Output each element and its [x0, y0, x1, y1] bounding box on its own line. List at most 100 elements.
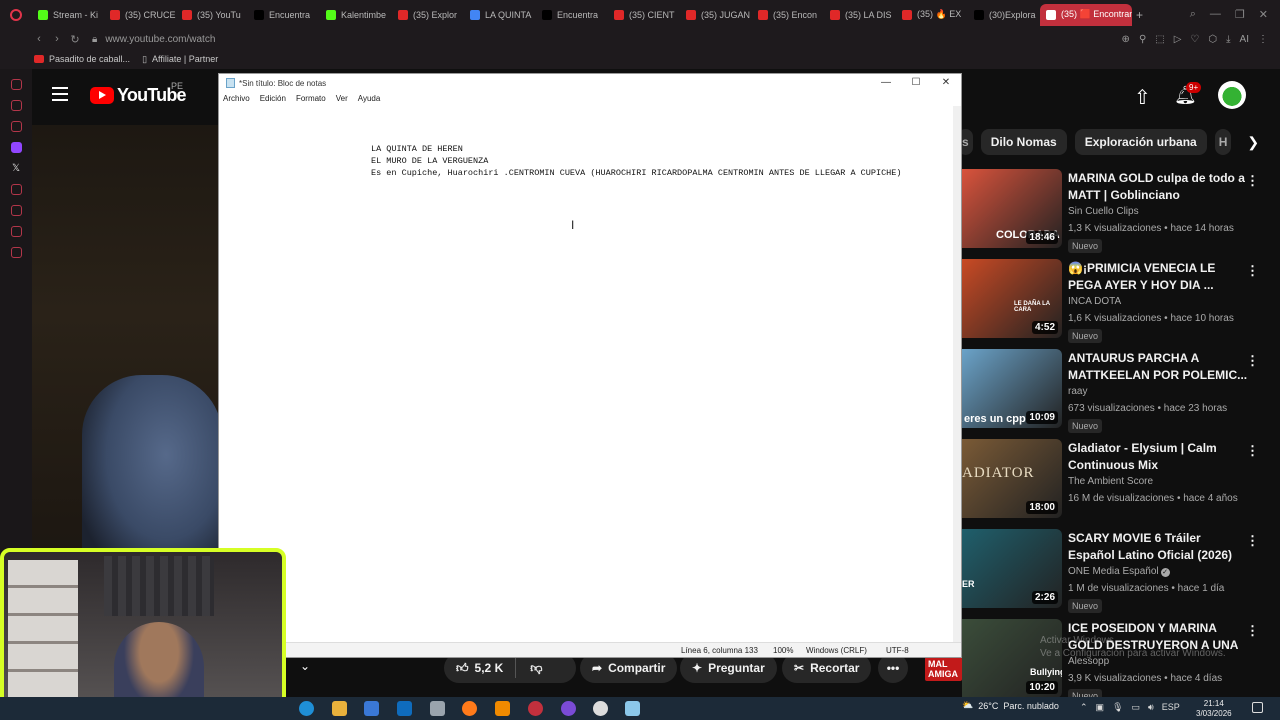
browser-tab[interactable]: Stream - Ki [32, 4, 104, 26]
notepad-text-area[interactable]: LA QUINTA DE HEREN EL MURO DE LA VERGUEN… [219, 106, 961, 642]
recommendation-item[interactable]: eres un cpp 10:09 ANTAURUS PARCHA A MATT… [962, 349, 1280, 439]
music-icon[interactable] [10, 121, 22, 132]
chip[interactable]: H [1214, 129, 1232, 155]
menu-hamburger-icon[interactable] [52, 87, 68, 101]
browser-tab[interactable]: (35) JUGAN [680, 4, 752, 26]
restore-window-icon[interactable]: ❐ [1235, 8, 1245, 21]
channel-name[interactable]: The Ambient Score [1068, 476, 1153, 487]
maximize-icon[interactable]: ☐ [901, 74, 931, 92]
ai-button[interactable]: AI [1240, 34, 1249, 45]
messenger-icon[interactable] [10, 100, 22, 111]
history-icon[interactable] [10, 205, 22, 216]
more-options-icon[interactable]: ⋮ [1246, 443, 1259, 459]
language-indicator[interactable]: ESP [1162, 702, 1180, 713]
minimize-icon[interactable]: — [871, 74, 901, 92]
clock[interactable]: 21:14 3/03/2026 [1196, 699, 1232, 719]
extensions-icon[interactable]: ⬡ [1208, 34, 1217, 45]
snapshot-icon[interactable]: ⬚ [1155, 34, 1164, 45]
forward-icon[interactable]: › [48, 33, 66, 45]
camera-icon[interactable]: ▣ [1096, 702, 1105, 713]
video-thumbnail[interactable]: ADIATOR 18:00 [962, 439, 1062, 518]
store-icon[interactable] [364, 701, 379, 716]
browser-tab[interactable]: LA QUINTA [464, 4, 536, 26]
more-options-icon[interactable]: ⋮ [1246, 263, 1259, 279]
search-tabs-icon[interactable]: ⌕ [1190, 8, 1196, 21]
recommendation-item[interactable]: LE DAÑA LA CARA 4:52 😱¡PRIMICIA VENECIA … [962, 259, 1280, 349]
browser-tab[interactable]: (35) CIENT [608, 4, 680, 26]
player-icon[interactable] [10, 184, 22, 195]
avatar[interactable] [1218, 81, 1246, 109]
more-menu-icon[interactable]: ⋮ [1258, 34, 1268, 45]
volume-icon[interactable]: 🔊︎ [1148, 702, 1154, 713]
video-thumbnail[interactable]: ER 2:26 [962, 529, 1062, 608]
vertical-scrollbar[interactable] [953, 106, 961, 642]
video-thumbnail[interactable]: COLORADA 18:46 [962, 169, 1062, 248]
browser-tab[interactable]: (35) Explor [392, 4, 464, 26]
opera-taskbar-icon[interactable] [528, 701, 543, 716]
network-icon[interactable]: ▭ [1132, 702, 1141, 713]
download-icon[interactable]: ⤓ [1226, 34, 1230, 45]
browser-tab[interactable]: (35) 🔥 EX [896, 4, 968, 26]
address-bar[interactable]: 🔒︎ www.youtube.com/watch [92, 34, 215, 45]
chip[interactable]: Dilo Nomas [980, 129, 1067, 155]
weather-widget[interactable]: ⛅ 26°C Parc. nublado [962, 700, 1059, 711]
thumbs-down-icon[interactable]: 👎︎ [530, 661, 542, 676]
channel-name[interactable]: INCA DOTA [1068, 296, 1121, 307]
recommendation-item[interactable]: COLORADA 18:46 MARINA GOLD culpa de todo… [962, 169, 1280, 259]
close-window-icon[interactable]: ✕ [1259, 8, 1268, 21]
menu-edicion[interactable]: Edición [260, 94, 286, 103]
microphone-icon[interactable]: 🎙︎ [1112, 702, 1123, 713]
tray-chevron-icon[interactable]: ⌃ [1080, 702, 1088, 713]
minimize-window-icon[interactable]: — [1210, 8, 1221, 21]
x-twitter-icon[interactable]: 𝕏 [11, 163, 22, 174]
more-options-icon[interactable]: ⋮ [1246, 533, 1259, 549]
vlc-icon[interactable] [495, 701, 510, 716]
channel-name[interactable]: ONE Media Español ✓ [1068, 566, 1170, 577]
discord-icon[interactable] [561, 701, 576, 716]
outlook-icon[interactable] [397, 701, 412, 716]
bookmark-heart-icon[interactable]: ♡ [1190, 34, 1199, 45]
thumbs-up-icon[interactable]: 👍︎ [456, 661, 469, 676]
pin-icon[interactable]: ⚲ [1139, 34, 1146, 45]
menu-formato[interactable]: Formato [296, 94, 326, 103]
extensions-sidebar-icon[interactable] [10, 226, 22, 237]
bookmark-item[interactable]: ▯ Affiliate | Partner [142, 54, 218, 65]
video-title[interactable]: Gladiator - Elysium | Calm Continuous Mi… [1068, 440, 1248, 473]
browser-tab[interactable]: (35) CRUCE [104, 4, 176, 26]
video-thumbnail[interactable]: eres un cpp 10:09 [962, 349, 1062, 428]
more-options-icon[interactable]: ⋮ [1246, 353, 1259, 369]
close-icon[interactable]: ✕ [931, 74, 961, 92]
video-popout-icon[interactable]: ▷ [1174, 34, 1182, 45]
notifications-icon[interactable] [1252, 702, 1263, 713]
opera-menu-button[interactable] [0, 0, 32, 29]
channel-name[interactable]: Sin Cuello Clips [1068, 206, 1139, 217]
browser-tab[interactable]: (35) YouTu [176, 4, 248, 26]
browser-tab[interactable]: Kalentimbe [320, 4, 392, 26]
browser-tab[interactable]: (35) Encon [752, 4, 824, 26]
firefox-icon[interactable] [462, 701, 477, 716]
notepad-titlebar[interactable]: *Sin título: Bloc de notas — ☐ ✕ [219, 74, 961, 92]
browser-tab[interactable]: (30)Explora [968, 4, 1040, 26]
browser-tab-active[interactable]: (35) 🟥 Encontramo [1040, 3, 1132, 26]
notepad-taskbar-icon[interactable] [625, 701, 640, 716]
more-options-icon[interactable]: ⋮ [1246, 173, 1259, 189]
twitch-icon[interactable] [10, 142, 22, 153]
recommendation-item[interactable]: ER 2:26 SCARY MOVIE 6 Tráiler Español La… [962, 529, 1280, 619]
recommendation-item[interactable]: Bullying 10:20 ICE POSEIDON Y MARINA GOL… [962, 619, 1280, 709]
aria-icon[interactable] [10, 79, 22, 90]
menu-archivo[interactable]: Archivo [223, 94, 250, 103]
video-title[interactable]: SCARY MOVIE 6 Tráiler Español Latino Ofi… [1068, 530, 1248, 563]
edge-app-icon[interactable] [299, 701, 314, 716]
video-title[interactable]: MARINA GOLD culpa de todo a MATT | Gobli… [1068, 170, 1248, 203]
more-options-icon[interactable]: ⋮ [1246, 623, 1259, 639]
back-icon[interactable]: ‹ [30, 33, 48, 45]
zoom-icon[interactable]: ⊕ [1122, 34, 1130, 45]
settings-icon[interactable] [10, 247, 22, 258]
file-explorer-icon[interactable] [332, 701, 347, 716]
channel-name[interactable]: raay [1068, 386, 1087, 397]
video-title[interactable]: 😱¡PRIMICIA VENECIA LE PEGA AYER Y HOY DI… [1068, 260, 1248, 293]
video-title[interactable]: ANTAURUS PARCHA A MATTKEELAN POR POLEMIC… [1068, 350, 1248, 383]
browser-tab[interactable]: Encuentra [536, 4, 608, 26]
menu-ver[interactable]: Ver [336, 94, 348, 103]
new-tab-icon[interactable]: + [1136, 8, 1143, 22]
